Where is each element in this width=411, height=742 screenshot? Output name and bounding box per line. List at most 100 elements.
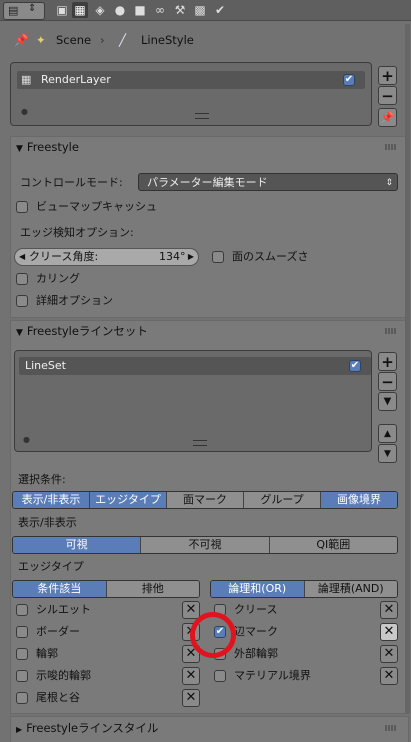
chevron-updown-icon: ⇕ [28, 3, 37, 14]
add-lineset-button[interactable]: + [378, 352, 397, 371]
culling-checkbox[interactable] [16, 273, 28, 285]
exclude-silhouette-button[interactable]: ✕ [182, 601, 200, 619]
pin-icon[interactable]: 📌 [14, 31, 28, 49]
breadcrumb-linestyle: LineStyle [141, 33, 194, 47]
logic-tabs[interactable]: 論理和(OR) 論理積(AND) [210, 580, 398, 598]
scrollbar[interactable] [405, 24, 410, 714]
edge-material-boundary-row[interactable]: マテリアル境界 [214, 668, 311, 686]
texture-tab-icon[interactable]: ▩ [192, 2, 208, 18]
constraint-tab-icon[interactable]: ∞ [152, 2, 168, 18]
list-item-renderlayer[interactable]: ▦ RenderLayer ✔ [17, 71, 365, 89]
advanced-options-row[interactable]: 詳細オプション [16, 293, 113, 311]
editor-type-button[interactable]: ▤ ⇕ [3, 2, 45, 20]
render-layer-list[interactable]: ▦ RenderLayer ✔ ● [10, 62, 372, 126]
add-render-layer-button[interactable]: + [378, 66, 397, 85]
linestyle-panel-title: Freestyleラインスタイル [26, 721, 159, 735]
triangle-down-icon: ▼ [16, 328, 23, 338]
edge-border-checkbox[interactable] [16, 626, 28, 638]
inclusion-tabs[interactable]: 条件該当 排他 [12, 580, 200, 598]
list-resize-handle[interactable] [195, 113, 209, 119]
object-tab-icon[interactable]: ■ [132, 2, 148, 18]
exclude-crease-button[interactable]: ✕ [380, 601, 398, 619]
tab-select-edge-types[interactable]: エッジタイプ [90, 492, 167, 508]
edge-material-boundary-checkbox[interactable] [214, 670, 226, 682]
edge-ridge-valley-row[interactable]: 尾根と谷 [16, 690, 80, 708]
freestyle-panel-header[interactable]: ▼ Freestyle [10, 137, 407, 157]
edge-border-row[interactable]: ボーダー [16, 624, 80, 642]
editor-type-icon: ▤ [8, 4, 19, 17]
tab-qi-range[interactable]: QI範囲 [269, 537, 397, 553]
tab-exclusive[interactable]: 排他 [106, 581, 199, 597]
modifier-tab-icon[interactable]: ⚒ [172, 2, 188, 18]
selection-tabs[interactable]: 表示/非表示 エッジタイプ 面マーク グループ 画像境界 [12, 491, 398, 509]
lineset-checkbox[interactable]: ✔ [349, 360, 361, 372]
scene-icon: ✦ [36, 33, 46, 47]
scene-tab-icon[interactable]: ◈ [92, 2, 108, 18]
edge-ridge-valley-checkbox[interactable] [16, 692, 28, 704]
culling-label: カリング [36, 272, 80, 285]
render-tab-icon[interactable]: ▣ [54, 2, 70, 18]
linestyle-panel-header[interactable]: ▶ Freestyleラインスタイル [10, 718, 407, 738]
edge-silhouette-checkbox[interactable] [16, 604, 28, 616]
minus-icon: − [381, 372, 394, 391]
x-icon: ✕ [383, 602, 395, 617]
panel-grip[interactable] [385, 144, 397, 150]
panel-grip[interactable] [385, 725, 397, 731]
move-down-button[interactable]: ▼ [378, 444, 397, 463]
breadcrumb-scene: Scene [56, 33, 92, 47]
advanced-options-checkbox[interactable] [16, 295, 28, 307]
triangle-down-icon: ▼ [383, 396, 392, 407]
exclude-suggestive-contour-button[interactable]: ✕ [182, 667, 200, 685]
tab-select-face-marks[interactable]: 面マーク [167, 492, 244, 508]
remove-render-layer-button[interactable]: − [378, 86, 397, 105]
tab-hidden[interactable]: 不可視 [141, 537, 270, 553]
render-layers-tab-icon[interactable]: ▦ [72, 2, 88, 18]
plus-icon: + [381, 352, 394, 371]
world-tab-icon[interactable]: ● [112, 2, 128, 18]
properties-header: ▤ ⇕ ▣ ▦ ◈ ● ■ ∞ ⚒ ▩ ✔ [0, 0, 411, 21]
visibility-tabs[interactable]: 可視 不可視 QI範囲 [12, 536, 398, 554]
tab-select-image-border[interactable]: 画像境界 [321, 492, 397, 508]
edge-contour-row[interactable]: 輪郭 [16, 646, 58, 664]
edge-silhouette-row[interactable]: シルエット [16, 602, 91, 620]
list-item-lineset[interactable]: LineSet ✔ [19, 357, 371, 375]
pin-layer-button[interactable]: 📌 [378, 108, 397, 127]
render-layer-icon: ▦ [21, 73, 32, 86]
control-mode-dropdown[interactable]: パラメーター編集モード ⇕ [138, 173, 398, 191]
list-resize-handle[interactable] [193, 440, 207, 446]
tab-visible[interactable]: 可視 [13, 537, 142, 553]
tab-logical-or[interactable]: 論理和(OR) [211, 581, 305, 597]
lineset-panel-title: Freestyleラインセット [26, 324, 148, 338]
lineset-panel-header[interactable]: ▼ Freestyleラインセット [10, 321, 407, 341]
tab-inclusive[interactable]: 条件該当 [13, 581, 107, 597]
culling-row[interactable]: カリング [16, 271, 80, 289]
exclude-edge-mark-button[interactable]: ✕ [380, 623, 398, 641]
selection-label: 選択条件: [18, 473, 66, 486]
view-map-cache-row[interactable]: ビューマップキャッシュ [16, 199, 157, 217]
edge-contour-checkbox[interactable] [16, 648, 28, 660]
tab-logical-and[interactable]: 論理積(AND) [304, 581, 397, 597]
panel-grip[interactable] [385, 328, 397, 334]
crease-angle-slider[interactable]: ◀ クリース角度: 134° ▶ [14, 248, 199, 266]
exclude-external-contour-button[interactable]: ✕ [380, 645, 398, 663]
move-up-button[interactable]: ▲ [378, 424, 397, 443]
lineset-specials-button[interactable]: ▼ [378, 392, 397, 411]
exclude-ridge-valley-button[interactable]: ✕ [182, 689, 200, 707]
remove-lineset-button[interactable]: − [378, 372, 397, 391]
face-smoothness-row[interactable]: 面のスムーズさ [212, 249, 308, 267]
tab-select-group[interactable]: グループ [244, 492, 321, 508]
render-layer-checkbox[interactable]: ✔ [343, 74, 355, 86]
view-map-cache-checkbox[interactable] [16, 201, 28, 213]
exclude-material-boundary-button[interactable]: ✕ [380, 667, 398, 685]
edge-types-label: エッジタイプ [18, 560, 84, 573]
edge-suggestive-contour-checkbox[interactable] [16, 670, 28, 682]
particle-tab-icon[interactable]: ✔ [212, 2, 228, 18]
face-smoothness-checkbox[interactable] [212, 251, 224, 263]
x-icon: ✕ [185, 668, 197, 683]
edge-suggestive-contour-row[interactable]: 示唆的輪郭 [16, 668, 91, 686]
lineset-list[interactable]: LineSet ✔ ● [14, 350, 372, 452]
triangle-right-icon: ▶ [16, 725, 23, 734]
highlight-circle [190, 612, 236, 658]
control-mode-label: コントロールモード: [20, 176, 123, 189]
tab-select-visibility[interactable]: 表示/非表示 [13, 492, 90, 508]
